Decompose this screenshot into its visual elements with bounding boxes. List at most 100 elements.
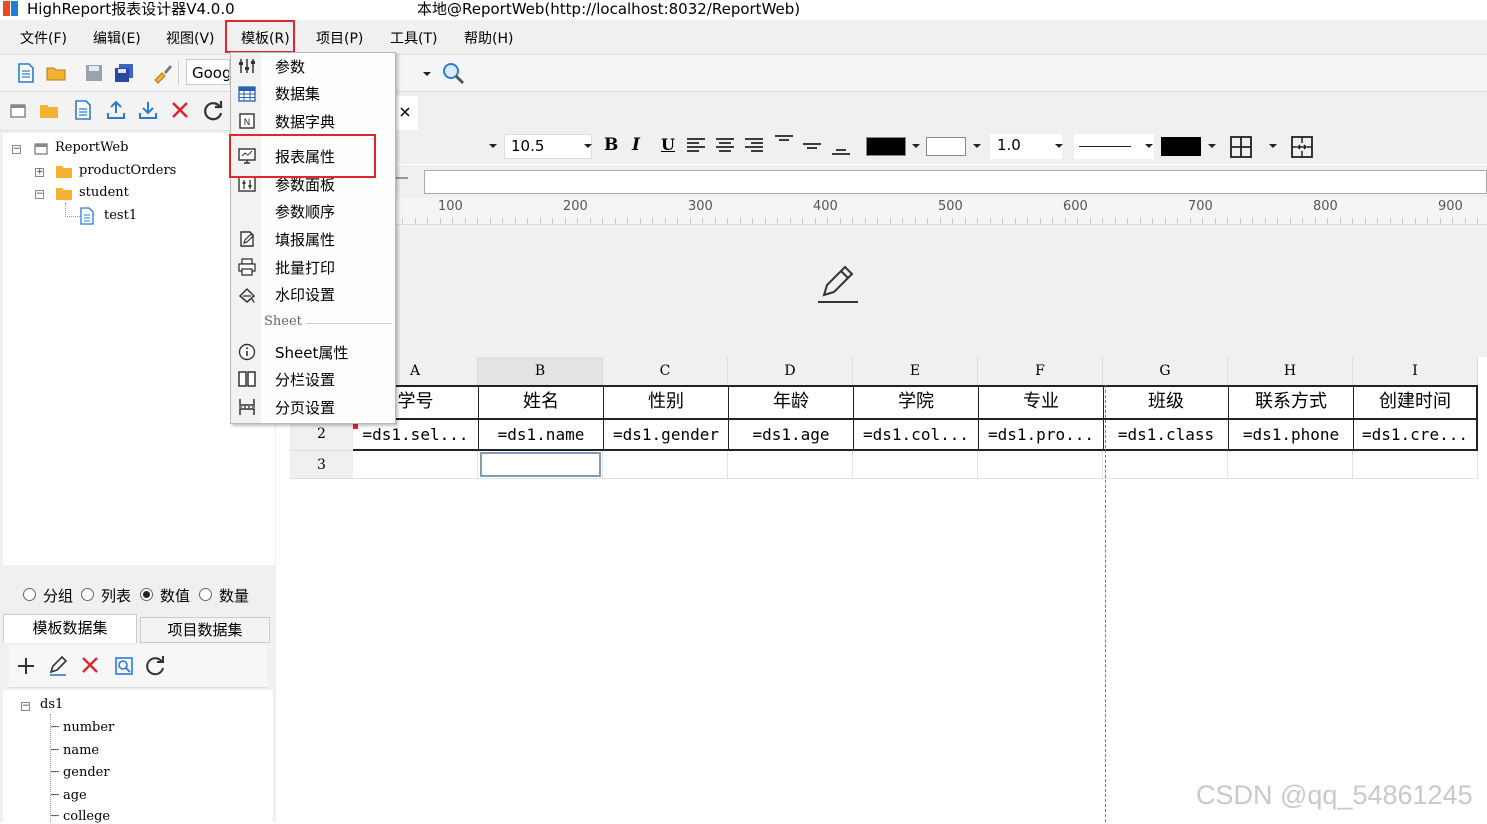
empty-cell[interactable] — [1228, 451, 1353, 479]
column-header[interactable]: E — [853, 357, 978, 385]
folder-icon[interactable] — [38, 101, 60, 121]
tree-expand-toggle[interactable]: + — [35, 168, 44, 177]
align-top-icon[interactable] — [774, 134, 794, 158]
border-style-combo[interactable] — [1074, 134, 1154, 159]
fill-color-swatch[interactable] — [926, 137, 966, 156]
merge-cells-icon[interactable] — [1290, 135, 1314, 159]
menu-tools[interactable]: 工具(T) — [390, 28, 437, 48]
header-cell[interactable]: 学院 — [853, 385, 978, 418]
search-icon[interactable] — [441, 61, 465, 85]
data-cell[interactable]: =ds1.cre... — [1353, 418, 1478, 451]
tree-node-test1[interactable]: test1 — [104, 208, 137, 223]
header-cell[interactable]: 性别 — [603, 385, 728, 418]
header-cell[interactable]: 姓名 — [478, 385, 603, 418]
tree-node-ds1[interactable]: ds1 — [40, 697, 63, 712]
data-cell[interactable]: =ds1.phone — [1228, 418, 1353, 451]
new-file-icon[interactable] — [15, 62, 37, 84]
header-cell[interactable]: 专业 — [978, 385, 1103, 418]
font-dropdown-arrow-icon[interactable] — [421, 62, 433, 84]
report-header-band[interactable] — [278, 225, 1487, 357]
new-report-icon[interactable] — [73, 99, 93, 121]
menu-view[interactable]: 视图(V) — [166, 28, 215, 48]
data-cell[interactable]: =ds1.pro... — [978, 418, 1103, 451]
empty-cell[interactable] — [603, 451, 728, 479]
field-number[interactable]: ┈ number — [51, 720, 114, 735]
empty-cell[interactable] — [353, 451, 478, 479]
menu-help[interactable]: 帮助(H) — [464, 28, 513, 48]
data-cell[interactable]: =ds1.name — [478, 418, 603, 451]
save-all-icon[interactable] — [113, 62, 135, 84]
tree-collapse-toggle[interactable]: − — [21, 702, 30, 711]
column-header[interactable]: I — [1353, 357, 1478, 385]
align-bottom-icon[interactable] — [831, 134, 851, 158]
underline-icon[interactable]: U — [661, 135, 675, 154]
menu-item-page-settings[interactable]: 分页设置 — [275, 397, 335, 418]
menu-item-watermark[interactable]: 水印设置 — [275, 284, 335, 305]
chevron-down-icon[interactable] — [1144, 142, 1154, 150]
border-width-combo[interactable]: 1.0 — [990, 134, 1062, 159]
chevron-down-icon[interactable] — [972, 142, 982, 150]
selected-cell[interactable] — [480, 452, 601, 477]
menu-item-data-dictionary[interactable]: 数据字典 — [275, 111, 335, 132]
menu-item-batch-print[interactable]: 批量打印 — [275, 257, 335, 278]
chevron-down-icon[interactable] — [1268, 142, 1278, 150]
column-header[interactable]: C — [603, 357, 728, 385]
empty-cell[interactable] — [978, 451, 1103, 479]
align-middle-icon[interactable] — [802, 134, 822, 158]
radio-count[interactable] — [199, 588, 212, 601]
tab-project-datasets[interactable]: 项目数据集 — [140, 617, 270, 643]
column-header[interactable]: F — [978, 357, 1103, 385]
header-cell[interactable]: 创建时间 — [1353, 385, 1478, 418]
header-cell[interactable]: 班级 — [1103, 385, 1228, 418]
radio-group[interactable] — [23, 588, 36, 601]
border-color-swatch[interactable] — [1161, 137, 1201, 156]
italic-icon[interactable]: I — [632, 135, 640, 155]
row-header[interactable]: 3 — [290, 451, 353, 479]
menu-item-parameter-order[interactable]: 参数顺序 — [275, 201, 335, 222]
font-size-combo[interactable]: 10.5 — [504, 134, 592, 159]
refresh-icon[interactable] — [144, 654, 166, 676]
window-icon[interactable] — [8, 101, 28, 121]
menu-item-fill-properties[interactable]: 填报属性 — [275, 229, 335, 250]
menu-file[interactable]: 文件(F) — [20, 28, 67, 48]
empty-cell[interactable] — [853, 451, 978, 479]
data-cell[interactable]: =ds1.age — [728, 418, 853, 451]
chevron-down-icon[interactable] — [583, 142, 593, 150]
save-icon[interactable] — [83, 62, 105, 84]
tree-node-productorders[interactable]: productOrders — [79, 163, 176, 178]
align-right-icon[interactable] — [744, 137, 764, 155]
column-header[interactable]: H — [1228, 357, 1353, 385]
column-header[interactable]: D — [728, 357, 853, 385]
menu-item-parameters[interactable]: 参数 — [275, 56, 305, 77]
radio-list[interactable] — [81, 588, 94, 601]
empty-cell[interactable] — [728, 451, 853, 479]
chevron-down-icon[interactable] — [1207, 142, 1217, 150]
formula-input[interactable] — [424, 170, 1487, 194]
radio-value[interactable] — [140, 588, 153, 601]
upload-icon[interactable] — [105, 99, 127, 121]
brush-icon[interactable] — [151, 62, 173, 84]
align-left-icon[interactable] — [686, 137, 706, 155]
align-center-icon[interactable] — [715, 137, 735, 155]
menu-item-datasets[interactable]: 数据集 — [275, 83, 320, 104]
empty-cell[interactable] — [1353, 451, 1478, 479]
data-cell[interactable]: =ds1.col... — [853, 418, 978, 451]
tree-node-student[interactable]: student — [79, 185, 129, 200]
font-family-combo[interactable] — [396, 134, 500, 159]
add-icon[interactable] — [15, 655, 37, 677]
close-icon[interactable] — [399, 106, 411, 118]
tree-collapse-toggle[interactable]: − — [35, 190, 44, 199]
preview-icon[interactable] — [113, 655, 135, 677]
bold-icon[interactable]: B — [604, 135, 618, 155]
menu-edit[interactable]: 编辑(E) — [93, 28, 141, 48]
header-cell[interactable]: 联系方式 — [1228, 385, 1353, 418]
field-gender[interactable]: ┈ gender — [51, 765, 110, 780]
data-cell[interactable]: =ds1.gender — [603, 418, 728, 451]
menu-item-column-settings[interactable]: 分栏设置 — [275, 369, 335, 390]
delete-icon[interactable] — [170, 100, 190, 120]
font-name-combo[interactable]: Goog — [186, 59, 230, 85]
download-icon[interactable] — [137, 99, 159, 121]
chevron-down-icon[interactable] — [911, 142, 921, 150]
column-header[interactable]: B — [478, 357, 603, 385]
menu-item-sheet-properties[interactable]: Sheet属性 — [275, 342, 348, 363]
